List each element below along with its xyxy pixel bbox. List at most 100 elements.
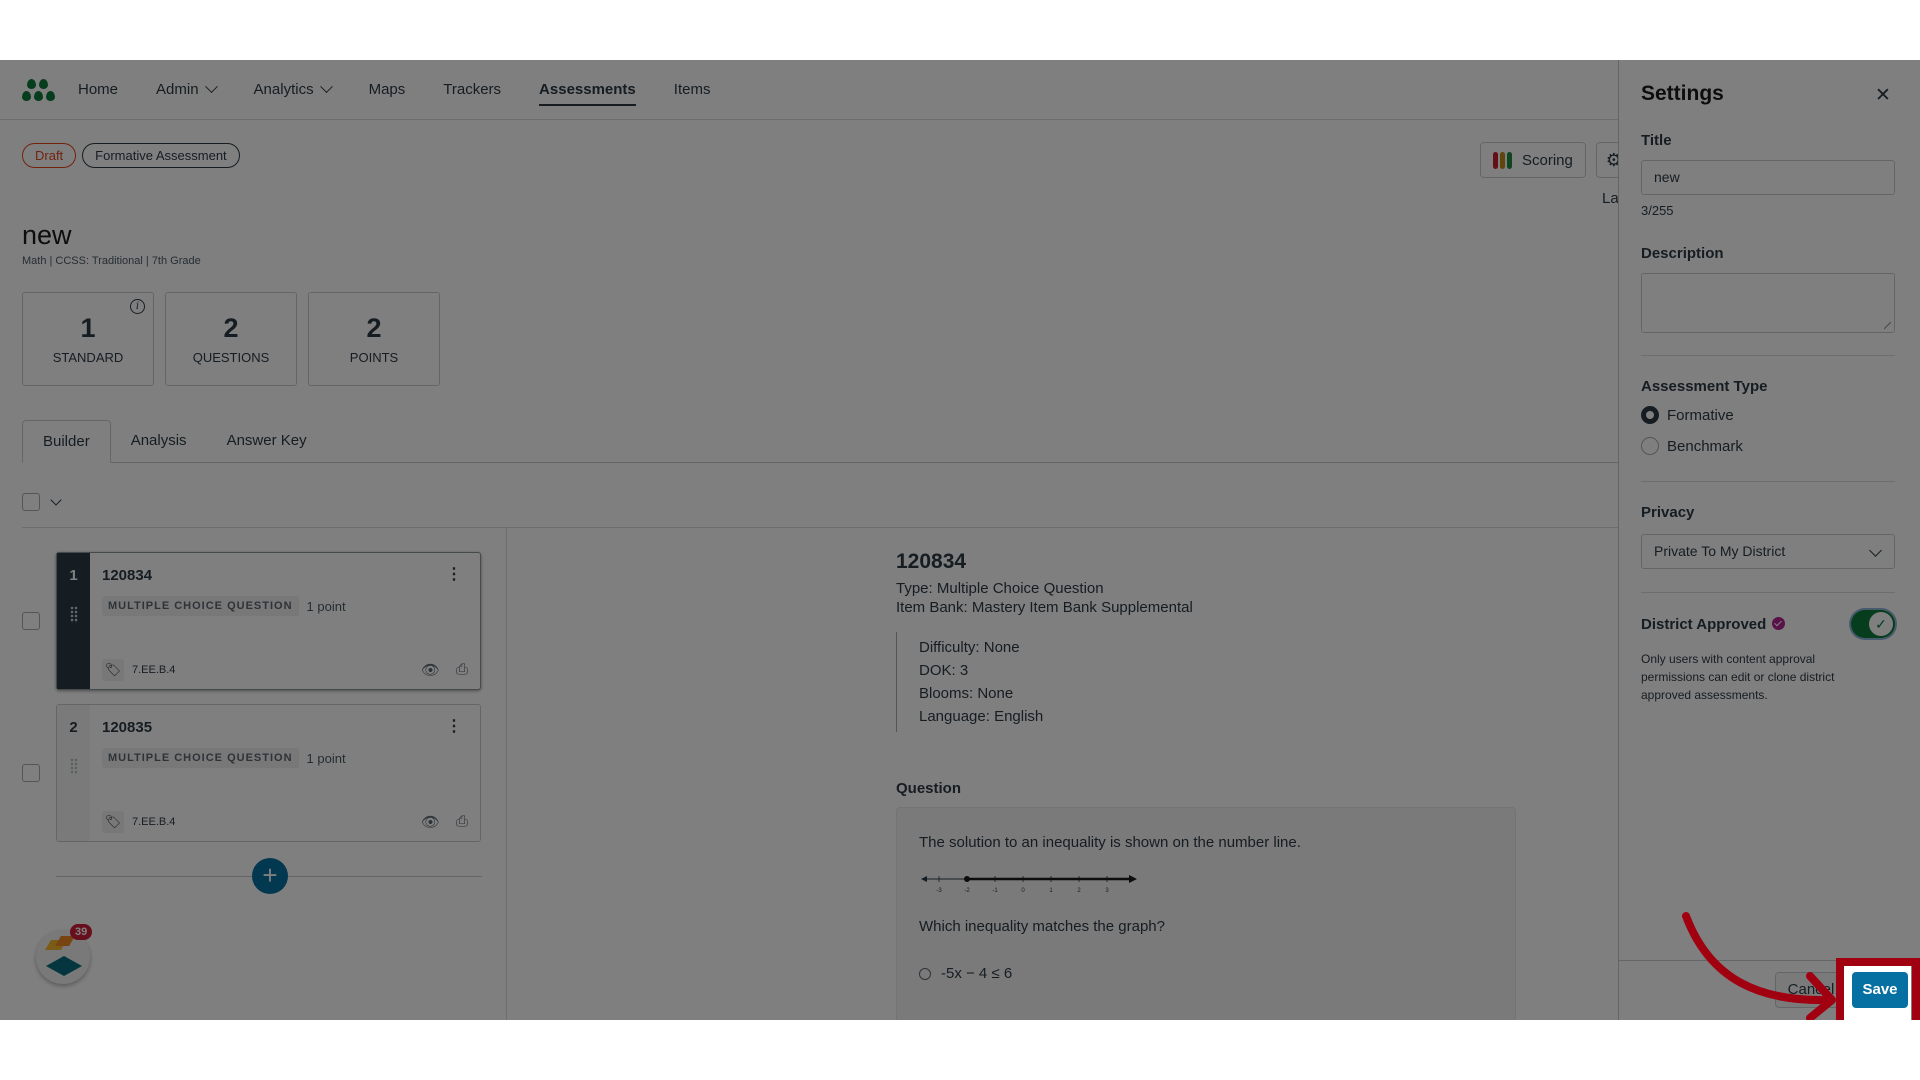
drag-handle-icon[interactable] xyxy=(69,606,78,623)
radio-icon[interactable] xyxy=(919,967,931,980)
question-prompt: Which inequality matches the graph? xyxy=(919,918,1165,935)
radio-formative[interactable]: Formative xyxy=(1641,406,1734,424)
privacy-select[interactable]: Private To My District xyxy=(1641,534,1895,569)
description-textarea[interactable] xyxy=(1641,273,1895,333)
divider xyxy=(506,528,507,1020)
tag-icon[interactable]: 🏷︎ xyxy=(102,811,124,833)
question-number: 2 xyxy=(69,719,78,736)
preview-blooms: Blooms: None xyxy=(919,685,1014,702)
print-icon[interactable]: ⎙ xyxy=(456,813,468,831)
chevron-down-icon xyxy=(204,80,218,94)
assessment-tabs: Builder Analysis Answer Key xyxy=(22,420,1622,463)
nav-trackers[interactable]: Trackers xyxy=(443,60,501,120)
stat-questions: 2 QUESTIONS xyxy=(165,292,297,386)
preview-difficulty: Difficulty: None xyxy=(919,639,1020,656)
cancel-button[interactable]: Cancel xyxy=(1775,972,1847,1008)
question-card[interactable]: 1 120834 ⋮ MULTIPLE CHOICE QUESTION 1 po… xyxy=(56,552,481,690)
assessment-builder-page: Home Admin Analytics Maps Trackers Asses… xyxy=(0,60,1920,1020)
question-checkbox[interactable] xyxy=(22,612,40,630)
truncated-label: La xyxy=(1602,190,1619,207)
radio-label: Benchmark xyxy=(1667,437,1743,455)
app-frame: Home Admin Analytics Maps Trackers Asses… xyxy=(0,60,1920,1020)
question-row: 2 120835 ⋮ MULTIPLE CHOICE QUESTION 1 po… xyxy=(22,704,481,842)
preview-id: 120834 xyxy=(896,550,967,573)
question-body: 120834 ⋮ MULTIPLE CHOICE QUESTION 1 poin… xyxy=(90,553,480,689)
stat-value: 2 xyxy=(366,313,382,343)
radio-label: Formative xyxy=(1667,406,1734,424)
number-line-tick-label: -1 xyxy=(992,888,998,894)
assessment-type-label: Assessment Type xyxy=(1641,378,1768,395)
tag-icon[interactable]: 🏷︎ xyxy=(102,659,124,681)
info-icon[interactable]: i xyxy=(130,299,145,314)
divider xyxy=(22,527,1622,528)
radio-icon[interactable] xyxy=(1641,437,1659,455)
select-all-checkbox[interactable] xyxy=(22,493,40,511)
question-type-badge: MULTIPLE CHOICE QUESTION xyxy=(102,748,299,768)
nav-assessments[interactable]: Assessments xyxy=(539,60,636,120)
tab-answer-key[interactable]: Answer Key xyxy=(207,420,327,462)
drag-handle-icon[interactable] xyxy=(69,758,78,775)
question-card[interactable]: 2 120835 ⋮ MULTIPLE CHOICE QUESTION 1 po… xyxy=(56,704,481,842)
stat-value: 1 xyxy=(80,313,96,343)
radio-icon[interactable] xyxy=(1641,406,1659,424)
print-icon[interactable]: ⎙ xyxy=(456,661,468,679)
question-body: 120835 ⋮ MULTIPLE CHOICE QUESTION 1 poin… xyxy=(90,705,480,841)
answer-option[interactable]: -5x − 4 ≤ 6 xyxy=(919,965,1493,982)
tab-builder[interactable]: Builder xyxy=(22,420,111,463)
settings-heading: Settings xyxy=(1641,82,1724,105)
eye-icon[interactable]: 👁︎ xyxy=(421,813,440,831)
number-line-tick-label: 1 xyxy=(1049,888,1053,894)
nav-maps[interactable]: Maps xyxy=(369,60,406,120)
nav-label: Admin xyxy=(156,81,199,98)
scoring-bars-icon xyxy=(1493,151,1512,169)
check-icon: ✓ xyxy=(1869,612,1893,636)
chevron-down-icon[interactable] xyxy=(50,494,62,506)
question-row: 1 120834 ⋮ MULTIPLE CHOICE QUESTION 1 po… xyxy=(22,552,481,690)
add-question-button[interactable]: + xyxy=(252,858,288,894)
question-handle[interactable]: 1 xyxy=(57,553,90,689)
preview-dok: DOK: 3 xyxy=(919,662,969,679)
save-button[interactable]: Save xyxy=(1852,972,1908,1008)
title-label: Title xyxy=(1641,132,1672,149)
question-number: 1 xyxy=(69,567,78,584)
app-logo-icon[interactable] xyxy=(22,77,58,103)
eye-icon[interactable]: 👁︎ xyxy=(421,661,440,679)
help-widget[interactable]: 39 xyxy=(36,924,93,984)
district-approved-toggle[interactable]: ✓ xyxy=(1851,610,1895,638)
question-id: 120835 xyxy=(102,719,153,736)
nav-items[interactable]: Items xyxy=(674,60,711,120)
number-line-tick-label: 3 xyxy=(1105,888,1109,894)
more-options-icon[interactable]: ⋮ xyxy=(446,567,462,583)
nav-label: Home xyxy=(78,81,119,98)
question-points: 1 point xyxy=(306,750,346,766)
question-handle[interactable]: 2 xyxy=(57,705,90,841)
tab-analysis[interactable]: Analysis xyxy=(111,420,207,462)
nav-home[interactable]: Home xyxy=(78,60,118,120)
answer-option-label: -5x − 4 ≤ 6 xyxy=(941,965,1013,982)
question-label: Question xyxy=(896,780,962,797)
assessment-subtitle: Math | CCSS: Traditional | 7th Grade xyxy=(22,255,201,267)
divider xyxy=(1641,355,1895,356)
title-char-count: 3/255 xyxy=(1641,203,1674,218)
nav-label: Trackers xyxy=(443,81,502,98)
close-icon[interactable]: ✕ xyxy=(1875,84,1891,107)
scoring-button[interactable]: Scoring xyxy=(1480,142,1586,178)
stat-standard: i 1 STANDARD xyxy=(22,292,154,386)
district-approved-text: District Approved xyxy=(1641,616,1767,633)
nav-admin[interactable]: Admin xyxy=(156,60,218,120)
nav-analytics[interactable]: Analytics xyxy=(254,60,333,120)
status-badges: Draft Formative Assessment xyxy=(22,143,240,168)
question-type-badge: MULTIPLE CHOICE QUESTION xyxy=(102,596,299,616)
page-title: new xyxy=(22,220,72,250)
more-options-icon[interactable]: ⋮ xyxy=(446,719,462,735)
preview-type: Type: Multiple Choice Question xyxy=(896,580,1104,597)
privacy-value: Private To My District xyxy=(1654,543,1786,559)
preview-language: Language: English xyxy=(919,708,1044,725)
stat-label: QUESTIONS xyxy=(192,350,270,365)
notification-badge: 39 xyxy=(70,924,93,940)
number-line-tick-label: 2 xyxy=(1077,888,1081,894)
question-checkbox[interactable] xyxy=(22,764,40,782)
stats-row: i 1 STANDARD 2 QUESTIONS 2 POINTS xyxy=(22,292,440,386)
title-input[interactable]: new xyxy=(1641,160,1895,195)
radio-benchmark[interactable]: Benchmark xyxy=(1641,437,1743,455)
